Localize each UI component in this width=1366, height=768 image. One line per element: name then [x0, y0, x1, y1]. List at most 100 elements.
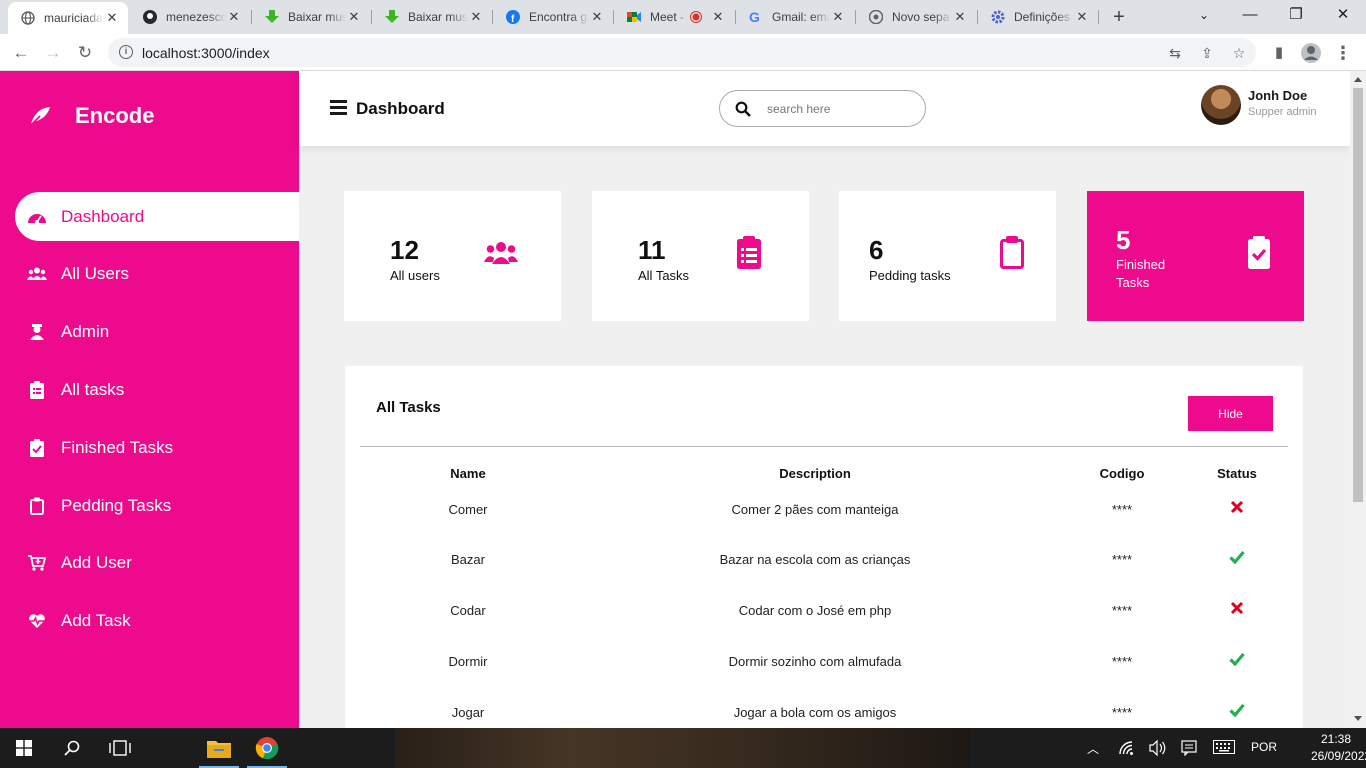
settings-gear-icon: [990, 9, 1006, 25]
scroll-thumb[interactable]: [1353, 88, 1363, 502]
user-name: Jonh Doe: [1248, 88, 1308, 103]
bookmark-star-icon[interactable]: ☆: [1230, 44, 1248, 62]
sidebar-item-all-users[interactable]: All Users: [15, 249, 299, 298]
stat-card-all-tasks[interactable]: 11 All Tasks: [592, 191, 809, 321]
stat-card-finished-tasks[interactable]: 5 Finished Tasks: [1087, 191, 1304, 321]
table-row[interactable]: Jogar Jogar a bola com os amigos ****: [345, 703, 1303, 725]
table-row[interactable]: Comer Comer 2 pães com manteiga ****: [345, 500, 1303, 522]
clipboard-list-icon: [27, 380, 47, 400]
task-view-icon[interactable]: [96, 728, 144, 768]
tab-title: Encontra g: [529, 10, 588, 24]
sidebar-item-label: Add Task: [61, 610, 131, 630]
address-bar[interactable]: i localhost:3000/index ⇆ ⇪ ☆: [108, 38, 1256, 67]
chrome-globe-icon: [20, 10, 36, 26]
users-icon: [27, 264, 47, 284]
table-row[interactable]: Bazar Bazar na escola com as crianças **…: [345, 550, 1303, 572]
close-tab-icon[interactable]: ✕: [589, 9, 605, 25]
close-tab-icon[interactable]: ✕: [1074, 9, 1090, 25]
search-input[interactable]: [767, 100, 907, 118]
volume-icon[interactable]: [1149, 739, 1167, 759]
tab-title: Definições: [1014, 10, 1071, 24]
back-arrow-icon[interactable]: ←: [8, 40, 34, 66]
brand[interactable]: Encode: [28, 103, 154, 129]
file-explorer-icon[interactable]: [195, 728, 243, 768]
clipboard-icon: [1000, 236, 1024, 269]
stat-card-all-users[interactable]: 12 All users: [344, 191, 561, 321]
clipboard-check-icon: [27, 438, 47, 458]
forward-arrow-icon[interactable]: →: [40, 40, 66, 66]
browser-tab[interactable]: menezesco ✕: [130, 0, 250, 34]
cross-icon: [1230, 500, 1244, 514]
network-icon[interactable]: [1118, 740, 1136, 759]
sidebar-item-dashboard[interactable]: Dashboard: [15, 192, 299, 241]
task-codigo: ****: [1111, 654, 1133, 669]
search-box[interactable]: [719, 90, 926, 127]
menu-toggle-icon[interactable]: [330, 100, 347, 116]
keyboard-icon[interactable]: [1213, 740, 1235, 757]
browser-tab[interactable]: Meet - ✕: [614, 0, 734, 34]
close-window-button[interactable]: ✕: [1320, 0, 1366, 32]
close-tab-icon[interactable]: ✕: [468, 9, 484, 25]
close-tab-icon[interactable]: ✕: [830, 9, 846, 25]
tab-search-icon[interactable]: ⌄: [1181, 0, 1227, 32]
sidebar-item-finished-tasks[interactable]: Finished Tasks: [15, 423, 299, 472]
browser-tab[interactable]: mauriciada ✕: [8, 2, 128, 34]
reload-icon[interactable]: ↻: [72, 40, 98, 66]
browser-toolbar: ← → ↻ i localhost:3000/index ⇆ ⇪ ☆ ▮ ⋮: [0, 34, 1366, 71]
new-tab-button[interactable]: +: [1108, 6, 1130, 28]
site-info-icon[interactable]: i: [119, 45, 133, 59]
translate-icon[interactable]: ⇆: [1166, 44, 1184, 62]
table-row[interactable]: Dormir Dormir sozinho com almufada ****: [345, 652, 1303, 674]
close-tab-icon[interactable]: ✕: [346, 9, 362, 25]
column-header-codigo: Codigo: [1099, 466, 1145, 481]
browser-tab[interactable]: f Encontra g ✕: [493, 0, 613, 34]
browser-tab[interactable]: G Gmail: ema ✕: [736, 0, 854, 34]
sidebar-item-add-user[interactable]: Add User: [15, 538, 299, 587]
clipboard-list-icon: [737, 236, 761, 269]
page-scrollbar[interactable]: [1350, 71, 1366, 728]
browser-menu-icon[interactable]: ⋮: [1332, 42, 1354, 64]
clock[interactable]: 21:38 26/09/2022: [1311, 731, 1366, 765]
scroll-up-icon[interactable]: [1354, 77, 1362, 82]
show-hidden-icons-icon[interactable]: ︿: [1087, 740, 1099, 757]
side-panel-icon[interactable]: ▮: [1268, 42, 1290, 64]
close-tab-icon[interactable]: ✕: [952, 9, 968, 25]
browser-tab-strip: mauriciada ✕ menezesco ✕ Baixar mus ✕ Ba…: [0, 0, 1366, 34]
browser-tab[interactable]: Baixar mus ✕: [372, 0, 492, 34]
svg-text:G: G: [749, 10, 760, 24]
sidebar-item-label: All tasks: [61, 379, 125, 399]
browser-tab[interactable]: Baixar mus ✕: [252, 0, 370, 34]
table-row[interactable]: Codar Codar com o José em php ****: [345, 601, 1303, 623]
stat-card-pedding-tasks[interactable]: 6 Pedding tasks: [839, 191, 1056, 321]
tab-title: Meet -: [650, 10, 685, 24]
chrome-icon: [868, 9, 884, 25]
notification-icon[interactable]: [1181, 740, 1197, 759]
sidebar-item-pedding-tasks[interactable]: Pedding Tasks: [15, 481, 299, 530]
sidebar-item-admin[interactable]: Admin: [15, 307, 299, 356]
minimize-button[interactable]: —: [1227, 0, 1273, 32]
browser-tab[interactable]: Novo sepa ✕: [856, 0, 976, 34]
chrome-app-icon[interactable]: [243, 728, 291, 768]
windows-start-icon[interactable]: [0, 728, 48, 768]
restore-button[interactable]: ❐: [1273, 0, 1319, 32]
search-icon[interactable]: [48, 728, 96, 768]
clock-date: 26/09/2022: [1311, 749, 1366, 763]
sidebar-item-add-task[interactable]: Add Task: [15, 596, 299, 645]
close-tab-icon[interactable]: ✕: [104, 10, 120, 26]
scroll-down-icon[interactable]: [1354, 716, 1362, 721]
share-icon[interactable]: ⇪: [1198, 44, 1216, 62]
profile-avatar-icon[interactable]: [1300, 42, 1322, 64]
close-tab-icon[interactable]: ✕: [710, 9, 726, 25]
avatar[interactable]: [1201, 85, 1241, 125]
tab-title: Gmail: ema: [772, 10, 830, 24]
browser-tab[interactable]: Definições ✕: [978, 0, 1098, 34]
panel-title: All Tasks: [376, 399, 441, 416]
close-tab-icon[interactable]: ✕: [226, 9, 242, 25]
task-name: Bazar: [451, 552, 485, 567]
recording-dot-icon: [688, 9, 704, 25]
hide-button[interactable]: Hide: [1188, 396, 1273, 431]
task-name: Jogar: [451, 705, 485, 720]
google-icon: G: [748, 9, 764, 25]
language-indicator[interactable]: POR: [1251, 740, 1277, 754]
sidebar-item-all-tasks[interactable]: All tasks: [15, 365, 299, 414]
